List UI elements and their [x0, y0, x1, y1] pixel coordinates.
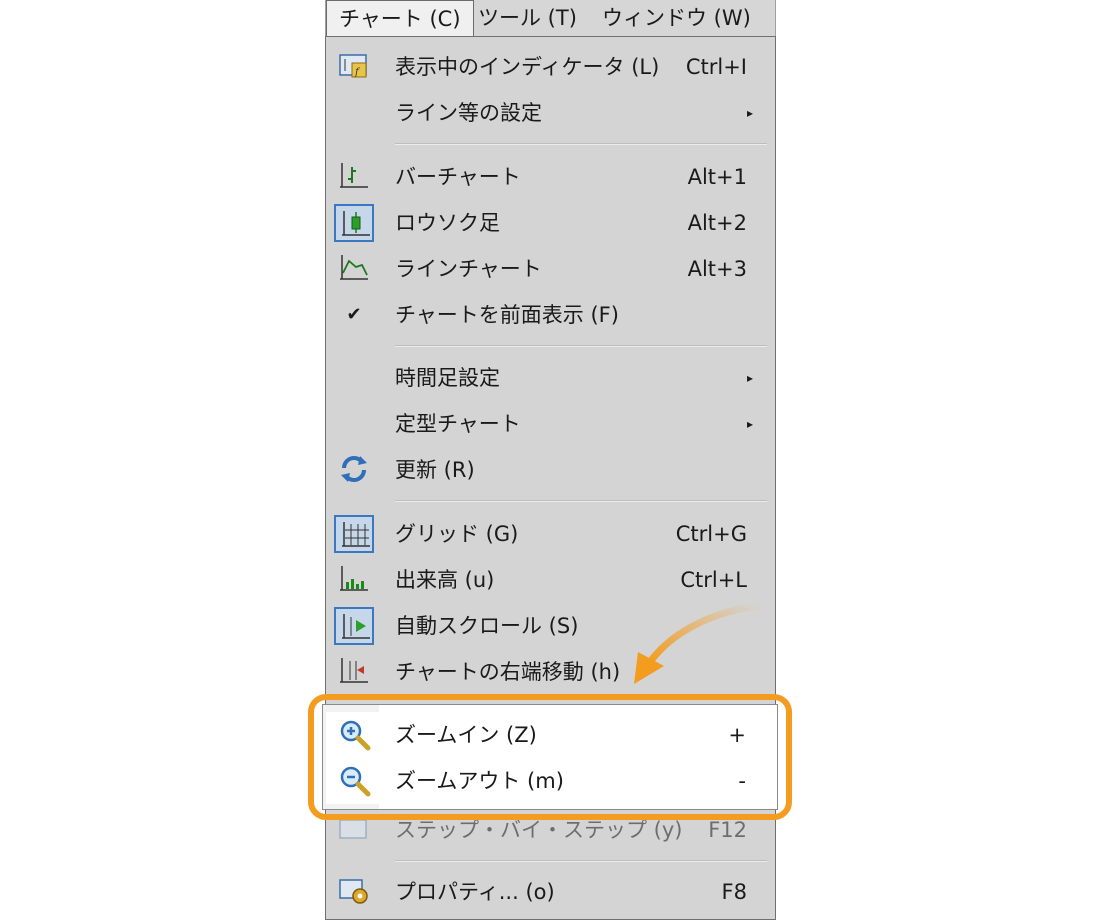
menu-item-indicator-list[interactable]: f 表示中のインディケータ (L) Ctrl+I [326, 44, 775, 90]
menubar-item-window[interactable]: ウィンドウ (W) [590, 0, 763, 36]
auto-scroll-icon [334, 607, 374, 645]
menu-item-shortcut: Alt+2 [687, 211, 747, 235]
properties-icon [334, 873, 374, 911]
menu-item-chart-foreground[interactable]: ✔ チャートを前面表示 (F) [326, 292, 775, 338]
menu-item-shortcut: Alt+3 [687, 257, 747, 281]
menubar: チャート (C) ツール (T) ウィンドウ (W) [325, 0, 776, 37]
menu-item-label: グリッド (G) [395, 522, 519, 546]
indicator-list-icon: f [334, 48, 374, 86]
grid-icon [334, 515, 374, 553]
menu-item-candlestick[interactable]: ロウソク足 Alt+2 [326, 200, 775, 246]
menu-item-label: チャートを前面表示 (F) [395, 303, 619, 327]
bar-chart-icon [334, 158, 374, 196]
menu-item-label: 表示中のインディケータ (L) [395, 55, 660, 79]
menu-item-line-settings[interactable]: ライン等の設定 ▸ [326, 90, 775, 136]
menu-separator [395, 345, 767, 347]
menu-separator [395, 500, 767, 502]
menu-separator [395, 143, 767, 145]
menu-item-line-chart[interactable]: ラインチャート Alt+3 [326, 246, 775, 292]
menu-item-bar-chart[interactable]: バーチャート Alt+1 [326, 154, 775, 200]
menu-item-shortcut: Ctrl+I [685, 55, 747, 79]
checkmark-icon: ✔ [346, 304, 362, 325]
line-chart-icon [334, 250, 374, 288]
menubar-item-chart[interactable]: チャート (C) [326, 0, 474, 37]
menu-item-refresh[interactable]: 更新 (R) [326, 447, 775, 493]
volume-icon [334, 561, 374, 599]
menu-item-properties[interactable]: プロパティ... (o) F8 [326, 869, 775, 915]
menu-item-shortcut: F8 [721, 880, 747, 904]
menu-item-label: 出来高 (u) [395, 568, 495, 592]
submenu-arrow-icon: ▸ [746, 106, 753, 120]
menu-item-label: ラインチャート [395, 257, 542, 281]
submenu-arrow-icon: ▸ [746, 417, 753, 431]
menu-item-label: 更新 (R) [395, 458, 475, 482]
menu-item-label: バーチャート [395, 165, 521, 189]
callout-arrow-icon [634, 602, 764, 684]
menu-item-label: ライン等の設定 [395, 101, 542, 125]
menu-item-templates[interactable]: 定型チャート ▸ [326, 401, 775, 447]
candlestick-icon [334, 204, 374, 242]
menu-item-label: ロウソク足 [395, 211, 500, 235]
menu-separator [395, 860, 767, 862]
menu-item-label: 定型チャート [395, 412, 521, 436]
menu-item-shortcut: Alt+1 [687, 165, 747, 189]
submenu-arrow-icon: ▸ [746, 371, 753, 385]
menu-item-timeframes[interactable]: 時間足設定 ▸ [326, 355, 775, 401]
menu-item-label: プロパティ... (o) [395, 880, 555, 904]
menu-item-label: チャートの右端移動 (h) [395, 660, 621, 684]
menu-item-volume[interactable]: 出来高 (u) Ctrl+L [326, 557, 775, 603]
chart-shift-icon [334, 653, 374, 691]
menu-item-shortcut: Ctrl+L [680, 568, 747, 592]
menu-item-grid[interactable]: グリッド (G) Ctrl+G [326, 511, 775, 557]
menu-item-label: 時間足設定 [395, 366, 500, 390]
highlight-frame [308, 694, 792, 820]
menu-item-label: 自動スクロール (S) [395, 614, 579, 638]
menu-item-shortcut: Ctrl+G [675, 522, 747, 546]
menubar-item-tools[interactable]: ツール (T) [466, 0, 589, 36]
refresh-icon [334, 451, 374, 489]
